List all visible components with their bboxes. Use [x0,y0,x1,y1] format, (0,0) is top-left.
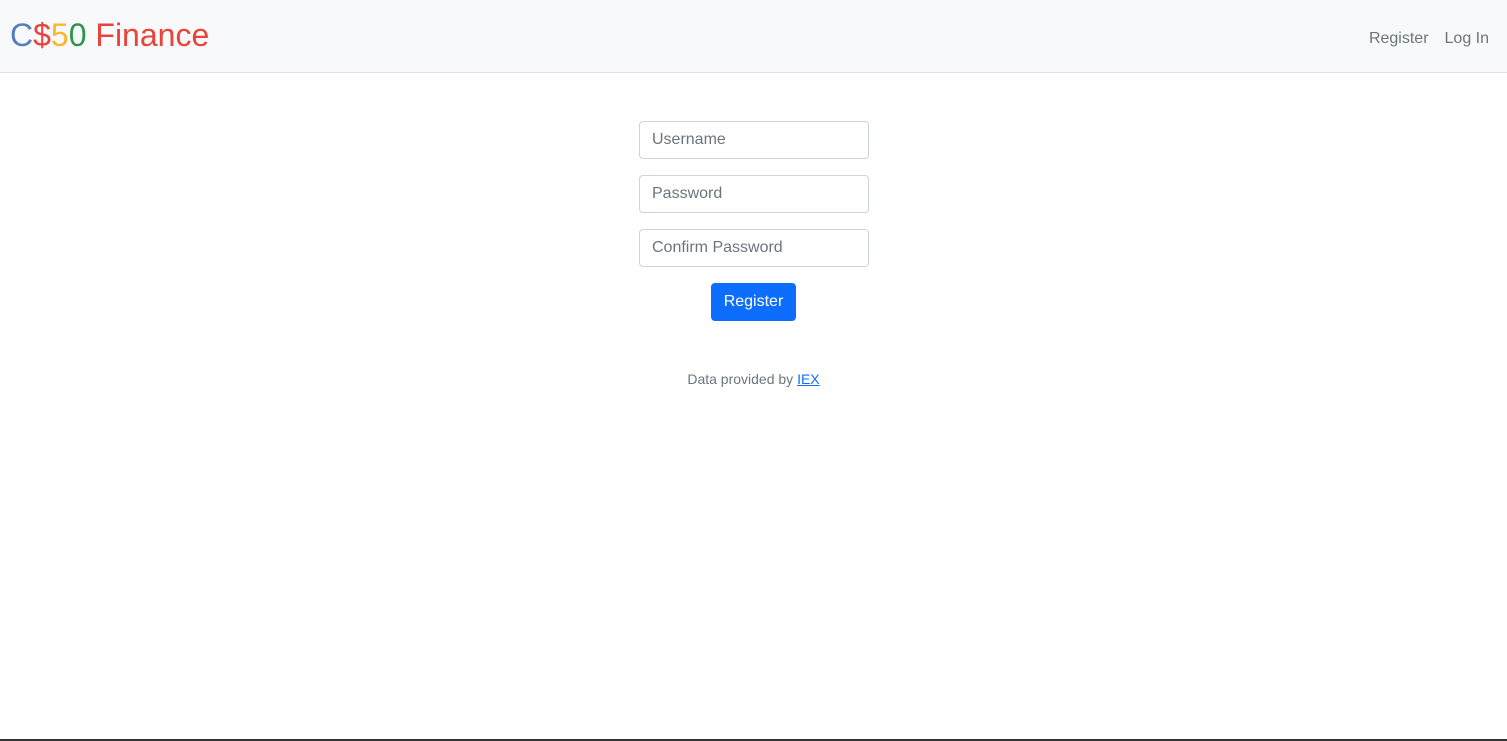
brand-part-finance: Finance [86,17,210,53]
nav-links: Register Log In [1369,28,1489,50]
confirm-password-input[interactable] [639,229,869,267]
navbar: C$50 Finance Register Log In [0,0,1507,73]
password-input[interactable] [639,175,869,213]
footer: Data provided by IEX [0,370,1507,388]
username-input[interactable] [639,121,869,159]
register-button[interactable]: Register [711,283,796,321]
nav-register-link[interactable]: Register [1369,28,1429,50]
brand-part-0: 0 [68,17,87,53]
footer-text: Data provided by [687,371,798,387]
brand-part-5: 5 [50,17,69,53]
nav-login-link[interactable]: Log In [1445,28,1489,50]
brand-part-dollar: $ [33,17,51,53]
iex-link[interactable]: IEX [797,371,820,387]
register-form [639,121,869,283]
brand-part-c: C [10,17,34,53]
brand-logo[interactable]: C$50 Finance [10,14,209,56]
